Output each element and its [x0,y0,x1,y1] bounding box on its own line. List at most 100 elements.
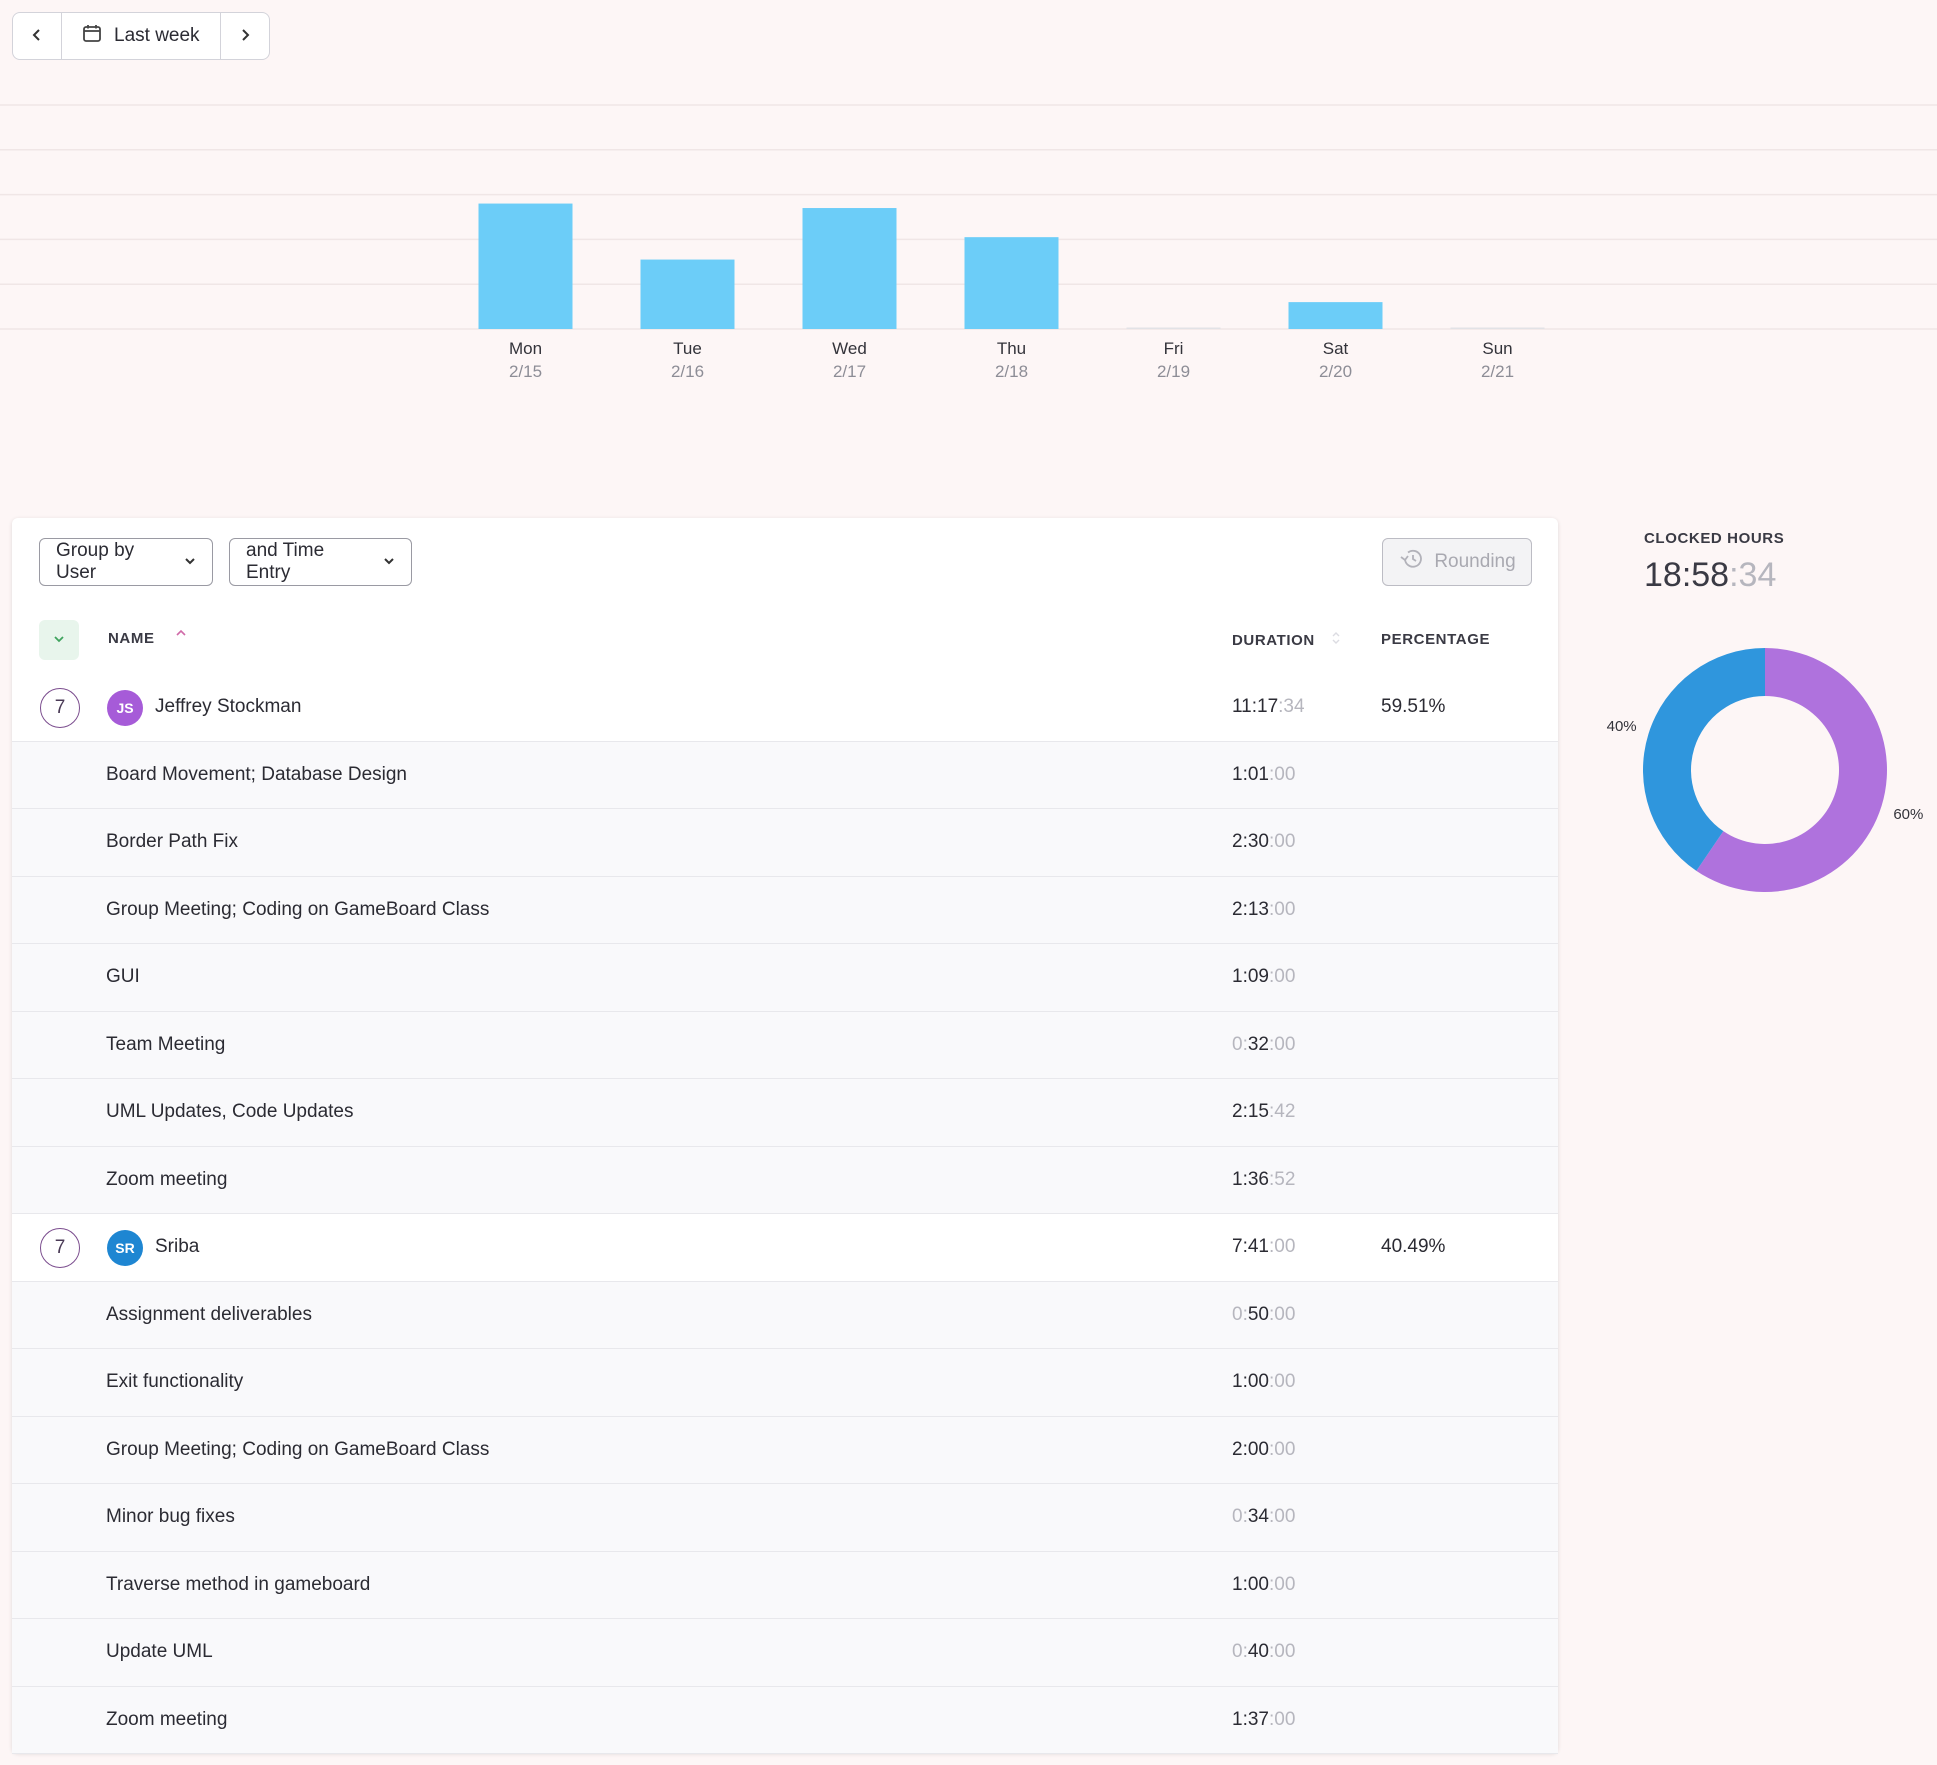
x-tick-date: 2/19 [1157,362,1190,381]
bar-fri [1126,327,1221,329]
table-row-entry[interactable]: Border Path Fix 2:30:00 [12,809,1558,877]
table-row-entry[interactable]: Board Movement; Database Design 1:01:00 [12,741,1558,809]
duration-seconds: :00 [1268,966,1296,987]
duration-main: 2:30 [1232,831,1269,852]
duration-seconds: :00 [1269,1033,1296,1055]
chevron-left-icon [30,25,44,48]
duration-main: 32 [1247,1033,1269,1055]
duration-seconds: :34 [1278,696,1305,717]
duration-value: 1:36:52 [1232,1169,1295,1191]
duration-value: 2:15:42 [1232,1101,1295,1123]
table-row-entry[interactable]: Traverse method in gameboard 1:00:00 [12,1551,1558,1619]
duration-seconds: :00 [1268,1708,1296,1730]
chevron-down-icon [184,554,196,570]
duration-value: 1:01:00 [1232,764,1295,786]
donut-slice [1643,648,1765,871]
entry-name: Zoom meeting [106,1168,228,1190]
clocked-hours-main: 18:58 [1644,556,1730,594]
duration-column-header[interactable]: DURATION [1232,631,1342,649]
duration-seconds: :00 [1268,1236,1296,1257]
user-name: Sriba [155,1236,200,1257]
duration-main: 34 [1247,1506,1269,1527]
previous-week-button[interactable] [13,13,61,59]
table-row-entry[interactable]: Group Meeting; Coding on GameBoard Class… [12,876,1558,944]
history-icon [1398,548,1424,576]
chevron-down-icon [53,632,65,648]
duration-seconds: :00 [1269,1641,1296,1662]
entry-name: Board Movement; Database Design [106,763,407,785]
duration-seconds: :00 [1268,831,1296,852]
entry-name: UML Updates, Code Updates [106,1101,354,1122]
table-row-entry[interactable]: Exit functionality 1:00:00 [12,1349,1558,1417]
duration-seconds: :42 [1268,1101,1296,1122]
entry-name: Group Meeting; Coding on GameBoard Class [106,1438,490,1460]
x-tick-date: 2/17 [833,362,866,381]
duration-seconds: :00 [1269,1506,1296,1527]
then-by-select[interactable]: and Time Entry [229,538,412,586]
x-tick-day: Sun [1482,339,1512,358]
clocked-hours-value: 18:58:34 [1644,556,1776,595]
entry-count-badge[interactable]: 7 [40,1228,80,1268]
percentage-column-header[interactable]: PERCENTAGE [1381,631,1490,648]
duration-main: 7:41 [1232,1236,1269,1257]
duration-main: 40 [1247,1641,1269,1662]
entry-count-badge[interactable]: 7 [40,688,80,728]
duration-value: 0:34:00 [1232,1506,1295,1528]
bar-sun [1450,327,1545,329]
bar-thu [964,237,1059,329]
clocked-hours-label: CLOCKED HOURS [1644,530,1785,547]
duration-value: 11:17:34 [1232,696,1305,718]
duration-value: 2:00:00 [1232,1439,1295,1461]
duration-main: 1:00 [1232,1371,1269,1392]
report-toolbar: Group by User and Time Entry Rounding [12,518,1558,608]
table-row-entry[interactable]: GUI 1:09:00 [12,944,1558,1012]
date-range-picker[interactable]: Last week [61,13,221,59]
duration-lead: 0: [1232,1033,1248,1055]
table-row-entry[interactable]: Team Meeting 0:32:00 [12,1011,1558,1079]
table-row-entry[interactable]: Minor bug fixes 0:34:00 [12,1484,1558,1552]
bar-mon [478,203,573,329]
table-row-user[interactable]: 7 SR Sriba 7:41:00 40.49% [12,1214,1558,1282]
expand-all-button[interactable] [39,620,79,660]
clocked-hours-seconds: :34 [1729,556,1777,594]
avatar: JS [107,690,143,726]
date-range-label: Last week [114,25,200,46]
date-range-navigator: Last week [12,12,270,60]
duration-value: 0:32:00 [1232,1034,1295,1056]
percentage-header-label: PERCENTAGE [1381,631,1491,648]
table-row-entry[interactable]: Update UML 0:40:00 [12,1619,1558,1687]
chevron-down-icon [383,554,395,570]
user-name: Jeffrey Stockman [155,696,302,717]
table-row-user[interactable]: 7 JS Jeffrey Stockman 11:17:34 59.51% [12,674,1558,742]
duration-main: 11:17 [1232,696,1279,717]
table-row-entry[interactable]: Zoom meeting 1:37:00 [12,1686,1558,1754]
x-tick-day: Tue [673,339,702,358]
entry-name: Minor bug fixes [106,1506,235,1527]
sort-icon [1330,632,1342,648]
duration-seconds: :00 [1268,1573,1296,1595]
duration-seconds: :00 [1268,763,1296,785]
duration-value: 1:37:00 [1232,1709,1295,1731]
x-tick-day: Sat [1323,339,1349,358]
entry-name: Zoom meeting [106,1708,228,1730]
duration-main: 2:15 [1232,1101,1269,1122]
next-week-button[interactable] [221,13,269,59]
group-by-select[interactable]: Group by User [39,538,213,586]
duration-main: 2:13 [1232,898,1269,920]
table-row-entry[interactable]: UML Updates, Code Updates 2:15:42 [12,1079,1558,1147]
duration-main: 1:36 [1232,1168,1269,1190]
x-tick-date: 2/20 [1319,362,1352,381]
percentage-value: 59.51% [1381,696,1446,717]
duration-main: 1:01 [1232,763,1269,785]
percentage-value: 40.49% [1381,1236,1446,1257]
table-row-entry[interactable]: Group Meeting; Coding on GameBoard Class… [12,1416,1558,1484]
entry-name: Update UML [106,1641,213,1662]
table-row-entry[interactable]: Zoom meeting 1:36:52 [12,1146,1558,1214]
rounding-button[interactable]: Rounding [1382,538,1532,586]
table-row-entry[interactable]: Assignment deliverables 0:50:00 [12,1281,1558,1349]
daily-hours-bar-chart: Mon 2/15 Tue 2/16 Wed 2/17 Thu 2/18 Fri 2/19 Sat 2/… [0,104,1937,381]
duration-main: 50 [1247,1303,1269,1325]
duration-value: 7:41:00 [1232,1236,1295,1258]
name-column-header[interactable]: NAME [108,629,187,647]
duration-seconds: :00 [1268,898,1296,920]
